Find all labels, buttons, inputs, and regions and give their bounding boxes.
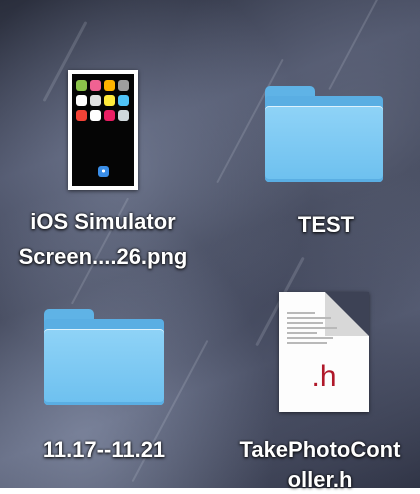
- folder-icon: [265, 86, 383, 182]
- desktop-item-label: TEST: [297, 212, 355, 237]
- desktop-item-label: 11.17--11.21: [42, 437, 166, 462]
- desktop-item-label: iOS Simulator: [30, 209, 176, 234]
- desktop-item-label: TakePhotoCont: [239, 437, 401, 462]
- folder-icon: [44, 309, 164, 405]
- desktop-item-date-folder[interactable]: 11.17--11.21: [14, 305, 194, 465]
- image-file-thumbnail-icon: [68, 70, 138, 190]
- desktop-item-test-folder[interactable]: TEST: [236, 80, 416, 245]
- desktop-item-label: oller.h: [287, 467, 353, 492]
- desktop-item-header-file[interactable]: .h TakePhotoCont oller.h: [220, 290, 420, 492]
- desktop-item-label: Screen....26.png: [18, 244, 188, 269]
- file-extension-label: .h: [311, 360, 337, 393]
- header-file-icon: .h: [279, 292, 369, 412]
- desktop-item-ios-screenshot[interactable]: iOS Simulator Screen....26.png: [0, 60, 206, 275]
